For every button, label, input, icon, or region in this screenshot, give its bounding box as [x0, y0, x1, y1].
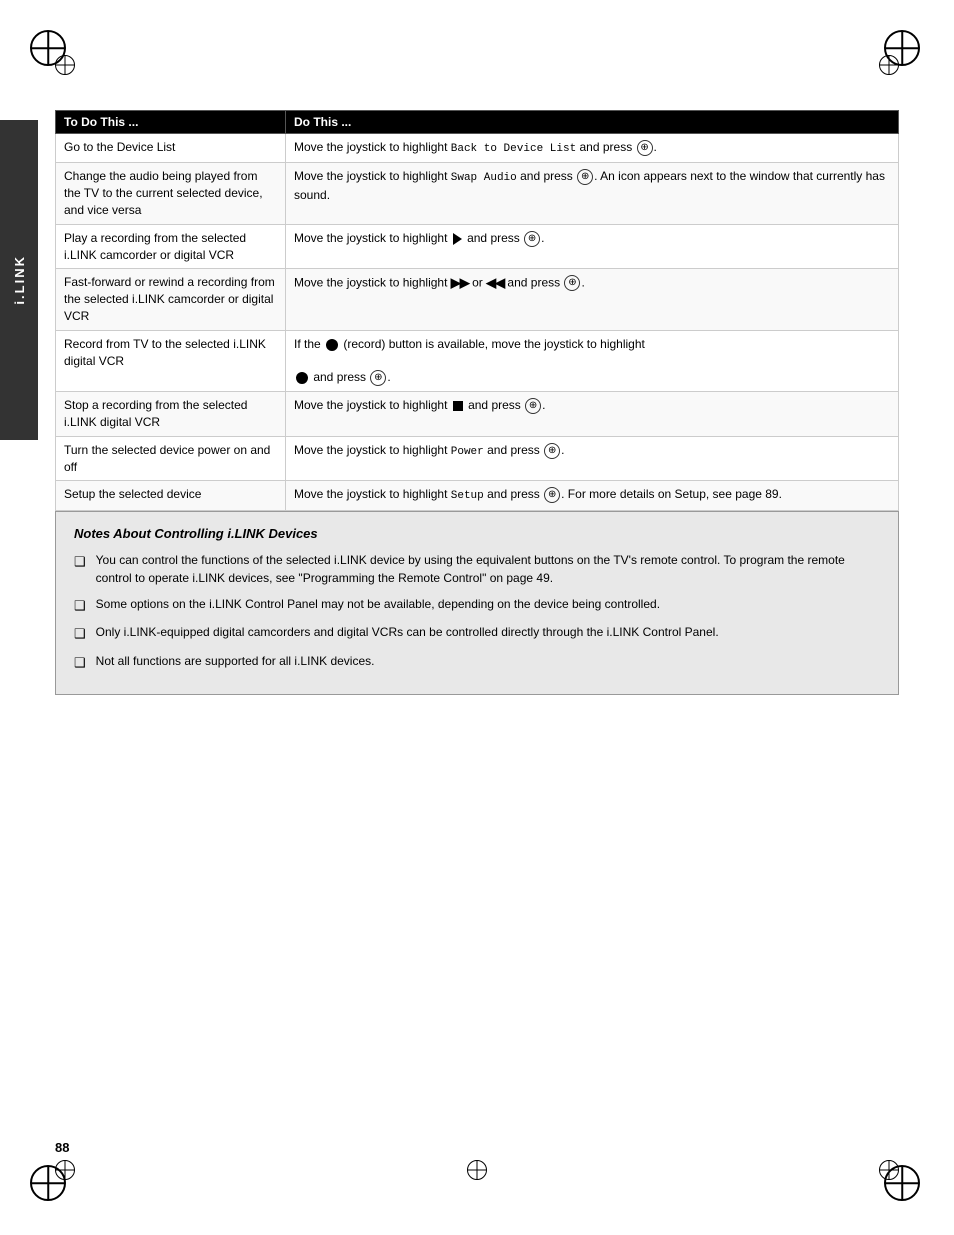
- enter-button-icon: ⊕: [524, 231, 540, 247]
- table-cell-left: Play a recording from the selected i.LIN…: [56, 224, 286, 269]
- list-item: Not all functions are supported for all …: [74, 652, 880, 673]
- list-item: You can control the functions of the sel…: [74, 551, 880, 587]
- table-cell-left: Setup the selected device: [56, 481, 286, 510]
- enter-button-icon: ⊕: [525, 398, 541, 414]
- enter-button-icon: ⊕: [544, 487, 560, 503]
- table-row: Turn the selected device power on and of…: [56, 436, 899, 481]
- table-cell-right: Move the joystick to highlight Swap Audi…: [286, 163, 899, 224]
- stop-icon: [453, 401, 463, 411]
- table-cell-right: Move the joystick to highlight Back to D…: [286, 134, 899, 163]
- enter-button-icon: ⊕: [637, 140, 653, 156]
- highlight-text: Swap Audio: [451, 172, 517, 184]
- record-icon: [326, 339, 338, 351]
- table-cell-right: Move the joystick to highlight ▶▶ or ◀◀ …: [286, 269, 899, 330]
- bottom-center-mark: [467, 1160, 487, 1180]
- notes-box: Notes About Controlling i.LINK Devices Y…: [55, 511, 899, 696]
- list-item-text: Not all functions are supported for all …: [96, 652, 375, 670]
- table-row: Record from TV to the selected i.LINK di…: [56, 330, 899, 391]
- list-item-text: Only i.LINK-equipped digital camcorders …: [96, 623, 719, 641]
- list-item-text: Some options on the i.LINK Control Panel…: [96, 595, 660, 613]
- list-item: Only i.LINK-equipped digital camcorders …: [74, 623, 880, 644]
- table-row: Setup the selected device Move the joyst…: [56, 481, 899, 510]
- table-row: Fast-forward or rewind a recording from …: [56, 269, 899, 330]
- highlight-text: Power: [451, 446, 484, 458]
- table-cell-left: Fast-forward or rewind a recording from …: [56, 269, 286, 330]
- table-cell-right: Move the joystick to highlight Setup and…: [286, 481, 899, 510]
- table-cell-left: Record from TV to the selected i.LINK di…: [56, 330, 286, 391]
- main-table: To Do This ... Do This ... Go to the Dev…: [55, 110, 899, 511]
- record-icon: [296, 372, 308, 384]
- sidebar-label: i.LINK: [12, 255, 27, 305]
- table-header-col2: Do This ...: [286, 111, 899, 134]
- ff-icon: ▶▶: [451, 275, 469, 290]
- enter-button-icon: ⊕: [564, 275, 580, 291]
- highlight-text: Setup: [451, 490, 484, 502]
- enter-button-icon: ⊕: [544, 443, 560, 459]
- notes-title: Notes About Controlling i.LINK Devices: [74, 526, 880, 541]
- table-row: Play a recording from the selected i.LIN…: [56, 224, 899, 269]
- table-cell-right: Move the joystick to highlight Power and…: [286, 436, 899, 481]
- inner-mark-tr: [879, 55, 899, 75]
- table-cell-left: Go to the Device List: [56, 134, 286, 163]
- highlight-text: Back to Device List: [451, 143, 576, 155]
- table-cell-right: If the (record) button is available, mov…: [286, 330, 899, 391]
- inner-mark-br: [879, 1160, 899, 1180]
- table-cell-right: Move the joystick to highlight and press…: [286, 224, 899, 269]
- main-content: To Do This ... Do This ... Go to the Dev…: [55, 110, 899, 695]
- inner-mark-bl: [55, 1160, 75, 1180]
- notes-list: You can control the functions of the sel…: [74, 551, 880, 673]
- page-number: 88: [55, 1140, 69, 1155]
- enter-button-icon: ⊕: [370, 370, 386, 386]
- inner-mark-tl: [55, 55, 75, 75]
- table-cell-left: Change the audio being played from the T…: [56, 163, 286, 224]
- table-row: Stop a recording from the selected i.LIN…: [56, 392, 899, 437]
- table-row: Go to the Device List Move the joystick …: [56, 134, 899, 163]
- list-item: Some options on the i.LINK Control Panel…: [74, 595, 880, 616]
- rw-icon: ◀◀: [486, 275, 504, 290]
- list-item-text: You can control the functions of the sel…: [96, 551, 880, 587]
- table-row: Change the audio being played from the T…: [56, 163, 899, 224]
- play-icon: [453, 233, 462, 245]
- table-cell-left: Stop a recording from the selected i.LIN…: [56, 392, 286, 437]
- enter-button-icon: ⊕: [577, 169, 593, 185]
- table-cell-left: Turn the selected device power on and of…: [56, 436, 286, 481]
- table-header-col1: To Do This ...: [56, 111, 286, 134]
- sidebar: i.LINK: [0, 120, 38, 440]
- table-cell-right: Move the joystick to highlight and press…: [286, 392, 899, 437]
